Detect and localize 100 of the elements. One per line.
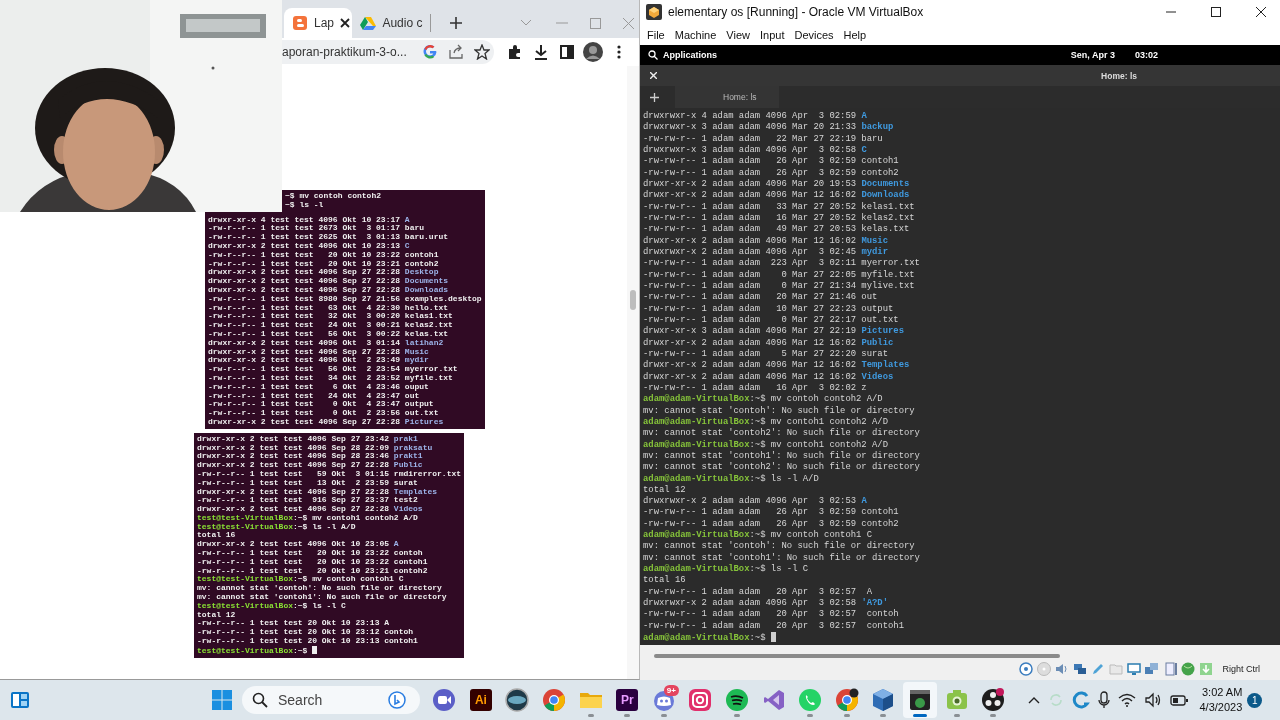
download-icon[interactable] (533, 44, 549, 60)
url-text[interactable]: aporan-praktikum-3-o... (282, 45, 412, 59)
refresh-icon[interactable] (1071, 691, 1090, 709)
tab-close-button[interactable] (338, 8, 353, 38)
terminal-line: drwxr-xr-x 2 test test 4096 Sep 27 22:28 Pictures (208, 417, 444, 427)
terminal-line: -rw-rw-r-- 1 adam adam 223 Apr 3 02:11 myerror.txt (643, 258, 920, 270)
chip-icon[interactable] (1162, 661, 1179, 677)
terminal-line: mv: cannot stat 'contoh1': No such file or directory (643, 552, 920, 564)
screens-icon[interactable] (1144, 661, 1161, 677)
taskbar-button[interactable]: 9+ (646, 682, 681, 718)
scrollbar[interactable] (627, 66, 639, 679)
terminal-line: drwxr-xr-x 3 adam adam 4096 Mar 27 22:19 Pictures (643, 326, 904, 338)
terminal-line: drwxr-xr-x 2 test test 4096 Sep 27 22:28 Downloads (208, 285, 449, 295)
menu-item[interactable]: View (721, 25, 755, 44)
terminal-line: drwxr-xr-x 2 test test 4096 Okt 3 01:14 latihan2 (208, 338, 444, 348)
terminal-tab[interactable]: Home: ls (675, 86, 779, 108)
terminal-line: drwxr-xr-x 2 adam adam 4096 Mar 20 19:53 Documents (643, 178, 910, 190)
puzzle-icon[interactable] (507, 44, 523, 60)
close-icon[interactable] (1255, 7, 1266, 17)
globe-icon[interactable] (1180, 661, 1197, 677)
terminal-line: drwxrwxr-x 2 adam adam 4096 Apr 3 02:53 A (643, 496, 867, 507)
terminal-line: total 16 (197, 531, 236, 541)
maximize-icon[interactable] (1210, 7, 1221, 17)
terminal-line: -rw-r--r-- 1 test test 20 Okt 10 23:13 A (197, 619, 390, 629)
avatar-icon[interactable] (583, 42, 603, 62)
terminal-line: drwxr-xr-x 2 adam adam 4096 Mar 12 16:02 Downloads (643, 190, 910, 202)
chevron-up-icon[interactable] (1027, 696, 1040, 704)
running-indicator (843, 714, 850, 717)
menu-item[interactable]: Devices (789, 25, 839, 44)
minimize-icon[interactable] (1165, 11, 1176, 13)
applications-button[interactable]: Applications (648, 50, 717, 60)
terminal-line: -rw-rw-r-- 1 adam adam 26 Apr 3 02:59 contoh1 (643, 507, 899, 519)
terminal-line: mv: cannot stat 'contoh': No such file or directory (643, 405, 915, 417)
speaker-icon[interactable] (1143, 692, 1162, 708)
terminal-line: -rw-rw-r-- 1 adam adam 0 Mar 27 21:34 mylive.txt (643, 280, 915, 292)
search-field[interactable]: Search (242, 686, 420, 714)
triangle-logo-icon (360, 15, 377, 31)
terminal-line: -rw-r--r-- 1 test test 20 Okt 10 23:21 contoh2 (197, 566, 428, 576)
panel-time: 03:02 (1134, 50, 1158, 60)
clock-date[interactable]: 4/3/2023 (1199, 700, 1243, 715)
terminal-line: -rw-r--r-- 1 test test 13 Okt 2 23:59 surat (197, 478, 418, 488)
terminal-line: -rw-r--r-- 1 test test 20 Okt 10 23:21 contoh2 (208, 259, 439, 269)
chat-bubble-icon[interactable] (388, 691, 406, 709)
taskbar-button[interactable]: Pr (610, 682, 645, 718)
google-icon[interactable] (422, 44, 438, 60)
terminal-line: -rw-rw-r-- 1 adam adam 10 Mar 27 22:23 output (643, 303, 894, 315)
menu-icon[interactable] (617, 44, 621, 60)
share-icon[interactable] (448, 44, 464, 60)
terminal-line: drwxr-xr-x 2 adam adam 4096 Mar 12 16:02 Videos (643, 371, 894, 383)
terminal-line: -rw-r--r-- 1 test test 20 Okt 10 23:22 contoh1 (197, 557, 428, 567)
terminal-line: -rw-r--r-- 1 test test 2673 Okt 3 01:17 baru (208, 224, 425, 234)
widgets-button[interactable] (10, 690, 30, 710)
battery-icon[interactable] (1169, 693, 1188, 707)
monitor-icon[interactable] (1126, 661, 1143, 677)
browser-tab[interactable]: Audio c (352, 8, 427, 38)
terminal-line: adam@adam-VirtualBox:~$ ls -l A/D (643, 473, 819, 485)
terminal-line: drwxr-xr-x 2 test test 4096 Sep 27 22:28 Music (208, 347, 429, 356)
terminal-line: drwxr-xr-x 2 adam adam 4096 Mar 12 16:02 Public (643, 337, 894, 349)
camera-icon (944, 688, 969, 712)
search-input[interactable]: Search (276, 691, 380, 709)
menu-item[interactable]: Input (754, 25, 790, 44)
terminal-line: drwxr-xr-x 2 test test 4096 Sep 28 22:09 praksatu (197, 443, 433, 452)
terminal-line: -rw-r--r-- 1 test test 20 Okt 10 23:22 contoh (197, 549, 423, 558)
running-indicator (660, 714, 667, 717)
menu-item[interactable]: Machine (669, 25, 722, 44)
terminal-line: -rw-r--r-- 1 test test 32 Okt 3 00:20 kelas1.txt (208, 312, 453, 322)
notification-badge[interactable]: 1 (1247, 692, 1263, 708)
disk-icon[interactable] (1018, 661, 1035, 677)
microphone-icon[interactable] (1097, 691, 1110, 709)
network-icon[interactable] (1072, 661, 1089, 677)
running-indicator (807, 714, 814, 717)
menu-item[interactable]: Help (838, 25, 872, 44)
terminal-line: -rw-r--r-- 1 test test 20 Okt 10 23:13 contoh1 (197, 637, 418, 646)
sidebar-icon[interactable] (559, 44, 575, 60)
plus-icon[interactable] (448, 16, 463, 30)
wifi-icon[interactable] (1117, 693, 1136, 707)
terminal-line: drwxr-xr-x 2 test test 4096 Sep 27 22:28 Videos (197, 505, 423, 514)
terminal-line: ~$ ls -l (285, 200, 324, 210)
terminal-line: -rw-rw-r-- 1 adam adam 33 Mar 27 20:52 kelas1.txt (643, 201, 915, 213)
terminal-line: mv: cannot stat 'contoh1': No such file or directory (643, 450, 920, 462)
menu-item[interactable]: File (642, 25, 670, 44)
terminal-line: total 16 (643, 575, 686, 587)
browser-tab[interactable]: Lap (284, 8, 339, 38)
terminal-line: test@test-VirtualBox:~$ (197, 645, 318, 656)
windows-logo-icon (212, 690, 232, 710)
taskbar-button[interactable]: Ai (463, 682, 498, 718)
terminal-line: -rw-r--r-- 1 test test 59 Okt 3 01:15 rmdirerror.txt (197, 469, 462, 479)
clock-time[interactable]: 3:02 AM (1201, 685, 1243, 700)
search-icon[interactable] (648, 50, 658, 60)
star-icon[interactable] (474, 44, 490, 60)
terminal-line: test@test-VirtualBox:~$ ls -l C (197, 601, 346, 611)
terminal-line: adam@adam-VirtualBox:~$ mv contoh1 contoh2 A/D (643, 416, 888, 428)
terminal-line: test@test-VirtualBox:~$ ls -l A/D (197, 522, 356, 532)
terminal-line: drwxr-xr-x 2 test test 4096 Sep 27 22:28 Templates (197, 487, 438, 496)
terminal-line: drwxr-xr-x 2 adam adam 4096 Mar 12 16:02 Music (643, 235, 888, 247)
taskbar-button[interactable] (903, 682, 937, 718)
terminal-line: -rw-r--r-- 1 test test 20 Okt 10 23:12 contoh (197, 628, 414, 638)
window-title: elementary os [Running] - Oracle VM VirtualBox (668, 5, 925, 19)
terminal-line: drwxrwxr-x 3 adam adam 4096 Apr 3 02:58 C (643, 145, 867, 156)
close-icon[interactable] (340, 18, 351, 28)
